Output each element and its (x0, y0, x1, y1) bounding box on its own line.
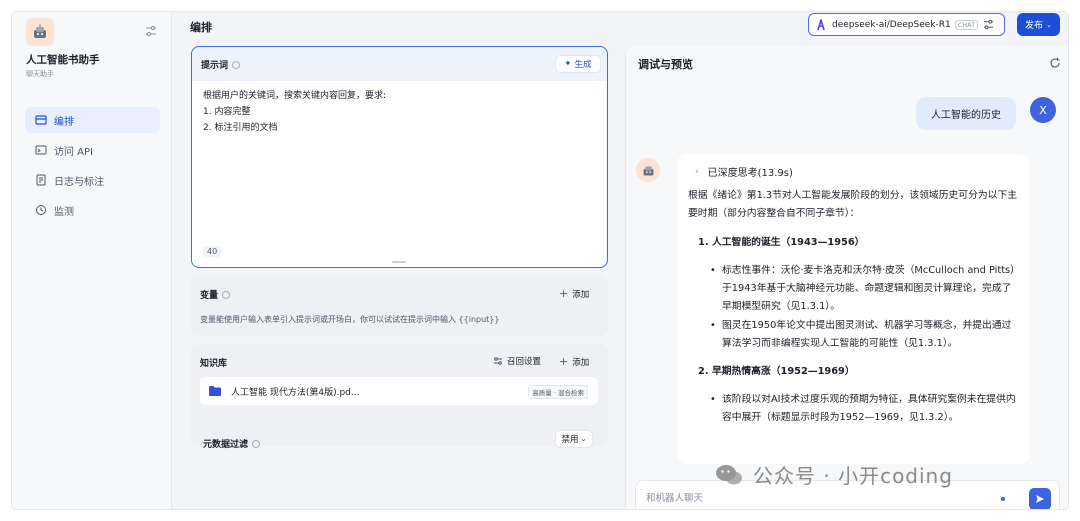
chevron-right-icon: › (695, 166, 699, 177)
answer-intro: 根据《绪论》第1.3节对人工智能发展阶段的划分，该领域历史可分为以下主要时期（部… (688, 190, 1018, 219)
sidebar-item-label: 编排 (54, 116, 74, 128)
page-title: 编排 (190, 21, 212, 34)
knowledge-section: 知识库 召回设置 + 添加 人工智能 现代方法(第4版).pd... 高质量 ·… (191, 344, 608, 450)
terminal-icon (35, 144, 47, 156)
prompt-text[interactable]: 根据用户的关键词，搜索关键内容回复，要求: 1. 内容完整 2. 标注引用的文档 (203, 88, 386, 136)
variables-description: 变量能使用户输入表单引入提示词或开场白，你可以试试在提示词中输入 {{input… (200, 315, 500, 324)
bot-message: › 已深度思考(13.9s) 根据《绪论》第1.3节对人工智能发展阶段的划分，该… (677, 154, 1030, 464)
info-icon (252, 439, 261, 448)
knowledge-item[interactable]: 人工智能 现代方法(第4版).pd... 高质量 · 混合检索 (200, 377, 598, 405)
resize-handle[interactable] (392, 261, 406, 263)
plus-icon: + (559, 287, 569, 300)
sidebar-item-api[interactable]: 访问 API (25, 137, 160, 163)
sidebar-item-logs[interactable]: 日志与标注 (25, 167, 160, 193)
info-icon (232, 60, 241, 69)
list-item: 图灵在1950年论文中提出图灵测试、机器学习等概念，并提出通过算法学习而非编程实… (710, 317, 1021, 353)
app-avatar (26, 18, 54, 46)
model-settings-icon[interactable] (983, 19, 994, 30)
sidebar-item-label: 日志与标注 (54, 176, 104, 188)
log-icon (35, 174, 47, 186)
bullet-list: 该阶段以对AI技术过度乐观的预期为特征，具体研究案例未在提供内容中展开（标题显示… (688, 391, 1021, 427)
settings-sliders-icon (494, 357, 502, 365)
watermark: 公众号 · 小开coding (715, 460, 953, 489)
sidebar-item-orchestrate[interactable]: 编排 (25, 107, 160, 133)
info-icon (222, 290, 231, 299)
prompt-char-count: 40 (203, 246, 222, 257)
send-icon (1036, 495, 1044, 503)
variables-label: 变量 (200, 288, 231, 301)
generate-button[interactable]: ✦ 生成 (555, 55, 601, 73)
model-mode-badge: CHAT (954, 19, 979, 30)
list-item: 标志性事件：沃伦·麦卡洛克和沃尔特·皮茨（McCulloch and Pitts… (710, 262, 1021, 316)
sidebar-item-monitor[interactable]: 监测 (25, 197, 160, 223)
sidebar-item-label: 监测 (54, 206, 74, 218)
prompt-label: 提示词 (201, 58, 241, 71)
metadata-filter-select[interactable]: 禁用 ⌄ (555, 430, 593, 448)
prompt-editor: 提示词 ✦ 生成 根据用户的关键词，搜索关键内容回复，要求: 1. 内容完整 2… (191, 46, 608, 268)
deep-think-toggle[interactable]: › 已深度思考(13.9s) (695, 164, 793, 180)
section-heading: 1. 人工智能的诞生（1943—1956） (698, 237, 865, 248)
chevron-down-icon: ⌄ (1046, 20, 1052, 29)
knowledge-label: 知识库 (200, 359, 228, 369)
variables-section: 变量 + 添加 变量能使用户输入表单引入提示词或开场白，你可以试试在提示词中输入… (191, 276, 608, 336)
app-window: 人工智能书助手 聊天助手 编排 访问 API 日志与标注 监测 编排 deeps… (12, 12, 1068, 509)
publish-button[interactable]: 发布 ⌄ (1017, 13, 1060, 36)
section-heading: 2. 早期热情高涨（1952—1969） (698, 366, 855, 377)
model-selector[interactable]: deepseek-ai/DeepSeek-R1 CHAT (808, 13, 1005, 36)
sidebar-item-label: 访问 API (54, 146, 93, 158)
layout-icon (35, 114, 47, 126)
chevron-down-icon: ⌄ (580, 435, 587, 443)
chat-input[interactable] (646, 491, 946, 505)
watermark-text: 公众号 · 小开coding (753, 464, 953, 488)
generate-label: 生成 (574, 60, 592, 70)
publish-label: 发布 (1025, 21, 1044, 31)
bullet-list: 标志性事件：沃伦·麦卡洛克和沃尔特·皮茨（McCulloch and Pitts… (688, 262, 1021, 353)
header: 编排 deepseek-ai/DeepSeek-R1 CHAT 发布 ⌄ (172, 12, 1068, 40)
plus-icon: + (559, 355, 569, 368)
user-message: 人工智能的历史 (916, 97, 1016, 130)
knowledge-item-name: 人工智能 现代方法(第4版).pd... (231, 387, 360, 398)
sidebar-nav: 编排 访问 API 日志与标注 监测 (25, 107, 160, 227)
send-button[interactable] (1029, 488, 1051, 509)
folder-icon (209, 386, 221, 396)
knowledge-item-tag: 高质量 · 混合检索 (528, 385, 588, 399)
add-knowledge-button[interactable]: + 添加 (559, 355, 589, 368)
list-item: 该阶段以对AI技术过度乐观的预期为特征，具体研究案例未在提供内容中展开（标题显示… (710, 391, 1021, 427)
debug-title: 调试与预览 (638, 58, 693, 71)
debug-preview-panel: 调试与预览 人工智能的历史 X › 已深度思考(13.9s) 根据《绪论》第1.… (625, 46, 1068, 509)
app-type: 聊天助手 (26, 70, 54, 78)
monitor-icon (35, 204, 47, 216)
prompt-textarea[interactable]: 根据用户的关键词，搜索关键内容回复，要求: 1. 内容完整 2. 标注引用的文档… (192, 81, 606, 267)
model-provider-icon (817, 18, 825, 30)
answer-body: 根据《绪论》第1.3节对人工智能发展阶段的划分，该领域历史可分为以下主要时期（部… (688, 187, 1021, 437)
sidebar-toggle-icon[interactable] (144, 24, 158, 38)
robot-icon (643, 165, 653, 175)
sidebar: 人工智能书助手 聊天助手 编排 访问 API 日志与标注 监测 (12, 12, 172, 509)
add-variable-button[interactable]: + 添加 (559, 287, 589, 300)
refresh-icon[interactable] (1049, 57, 1061, 69)
wechat-icon (716, 464, 742, 484)
metadata-filter-label: 元数据过滤 (203, 437, 261, 450)
user-avatar: X (1030, 97, 1056, 123)
robot-icon (34, 24, 46, 38)
sparkle-icon: ✦ (564, 59, 572, 69)
app-name: 人工智能书助手 (26, 54, 100, 66)
status-dot (1001, 497, 1005, 501)
model-name: deepseek-ai/DeepSeek-R1 (832, 19, 951, 30)
bot-avatar (636, 158, 660, 182)
recall-settings-button[interactable]: 召回设置 (493, 355, 541, 367)
